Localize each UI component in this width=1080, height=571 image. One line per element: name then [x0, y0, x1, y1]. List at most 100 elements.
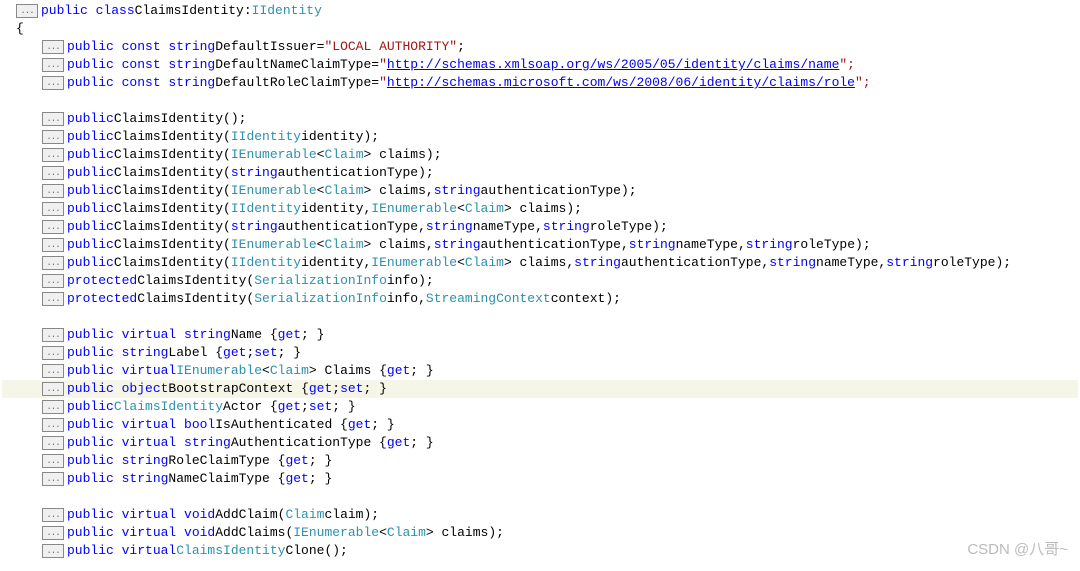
keyword: get [309, 380, 332, 398]
code-text: authenticationType, [621, 254, 769, 272]
keyword: string [769, 254, 816, 272]
code-text: ; } [410, 362, 433, 380]
fold-toggle[interactable]: ... [42, 346, 64, 360]
code-line: ...public virtual IEnumerable<Claim> Cla… [2, 362, 1078, 380]
code-text: info); [387, 272, 434, 290]
url-string[interactable]: http://schemas.xmlsoap.org/ws/2005/05/id… [387, 56, 839, 74]
code-text: ClaimsIdentity( [137, 290, 254, 308]
code-text: identity, [301, 200, 371, 218]
keyword: protected [67, 272, 137, 290]
fold-toggle[interactable]: ... [42, 400, 64, 414]
keyword: string [434, 236, 481, 254]
keyword: get [285, 470, 308, 488]
code-text: ClaimsIdentity( [114, 236, 231, 254]
type-name: IEnumerable [371, 200, 457, 218]
code-text: nameType, [676, 236, 746, 254]
punct: = [371, 74, 379, 92]
type-name: IIdentity [231, 128, 301, 146]
code-line: ...public virtual void AddClaim(Claim cl… [2, 506, 1078, 524]
code-text: > claims); [426, 524, 504, 542]
type-name: Claim [387, 524, 426, 542]
keyword: get [285, 452, 308, 470]
fold-toggle[interactable]: ... [42, 184, 64, 198]
code-text: roleType); [590, 218, 668, 236]
code-text: ; } [332, 398, 355, 416]
code-text: AddClaims( [215, 524, 293, 542]
fold-toggle[interactable]: ... [42, 544, 64, 558]
code-line: ...public virtual string AuthenticationT… [2, 434, 1078, 452]
fold-toggle[interactable]: ... [42, 418, 64, 432]
fold-toggle[interactable]: ... [42, 130, 64, 144]
code-text: claim); [324, 506, 379, 524]
code-text: > claims); [364, 146, 442, 164]
fold-toggle[interactable]: ... [42, 40, 64, 54]
code-text: Label { [168, 344, 223, 362]
keyword: set [309, 398, 332, 416]
fold-toggle[interactable]: ... [42, 364, 64, 378]
code-text: > Claims { [309, 362, 387, 380]
fold-toggle[interactable]: ... [42, 238, 64, 252]
fold-toggle[interactable]: ... [42, 472, 64, 486]
fold-toggle[interactable]: ... [42, 148, 64, 162]
code-line: ...public const string DefaultRoleClaimT… [2, 74, 1078, 92]
keyword: public [67, 398, 114, 416]
fold-toggle[interactable]: ... [42, 292, 64, 306]
keyword: string [543, 218, 590, 236]
code-text: ClaimsIdentity( [114, 254, 231, 272]
fold-toggle[interactable]: ... [16, 4, 38, 18]
keyword: set [254, 344, 277, 362]
url-string[interactable]: http://schemas.microsoft.com/ws/2008/06/… [387, 74, 855, 92]
type-name: SerializationInfo [254, 272, 387, 290]
code-text: Clone(); [285, 542, 347, 560]
keyword: string [434, 182, 481, 200]
type-name: ClaimsIdentity [176, 542, 285, 560]
fold-toggle[interactable]: ... [42, 526, 64, 540]
code-text: ; } [278, 344, 301, 362]
string-literal: "; [839, 56, 855, 74]
fold-toggle[interactable]: ... [42, 166, 64, 180]
code-text: ClaimsIdentity( [114, 218, 231, 236]
fold-toggle[interactable]: ... [42, 112, 64, 126]
code-text: RoleClaimType { [168, 452, 285, 470]
code-line: ...protected ClaimsIdentity(Serializatio… [2, 290, 1078, 308]
fold-toggle[interactable]: ... [42, 202, 64, 216]
code-text: < [317, 182, 325, 200]
brace: { [16, 20, 24, 38]
code-text: context); [551, 290, 621, 308]
type-name: Claim [285, 506, 324, 524]
type-name: IIdentity [231, 200, 301, 218]
type-name: Claim [270, 362, 309, 380]
type-name: Claim [465, 200, 504, 218]
keyword: get [278, 398, 301, 416]
keyword: public class [41, 2, 135, 20]
keyword: protected [67, 290, 137, 308]
fold-toggle[interactable]: ... [42, 76, 64, 90]
code-text: ClaimsIdentity( [114, 146, 231, 164]
fold-toggle[interactable]: ... [42, 220, 64, 234]
fold-toggle[interactable]: ... [42, 436, 64, 450]
keyword: public object [67, 380, 168, 398]
keyword: public virtual bool [67, 416, 215, 434]
fold-toggle[interactable]: ... [42, 382, 64, 396]
code-line: ...public string Label { get; set; } [2, 344, 1078, 362]
code-text: info, [387, 290, 426, 308]
code-text: > claims, [364, 236, 434, 254]
code-line: ...public ClaimsIdentity(IIdentity ident… [2, 254, 1078, 272]
code-text: ClaimsIdentity( [114, 182, 231, 200]
code-text: > claims, [504, 254, 574, 272]
keyword: public [67, 236, 114, 254]
fold-toggle[interactable]: ... [42, 508, 64, 522]
fold-toggle[interactable]: ... [42, 328, 64, 342]
code-text: IsAuthenticated { [215, 416, 348, 434]
fold-toggle[interactable]: ... [42, 58, 64, 72]
code-text: ; } [410, 434, 433, 452]
fold-toggle[interactable]: ... [42, 256, 64, 270]
fold-toggle[interactable]: ... [42, 454, 64, 468]
punct: = [371, 56, 379, 74]
string-literal: "; [855, 74, 871, 92]
keyword: public [67, 110, 114, 128]
code-text: authenticationType, [481, 236, 629, 254]
keyword: public [67, 128, 114, 146]
fold-toggle[interactable]: ... [42, 274, 64, 288]
type-name: IEnumerable [231, 236, 317, 254]
